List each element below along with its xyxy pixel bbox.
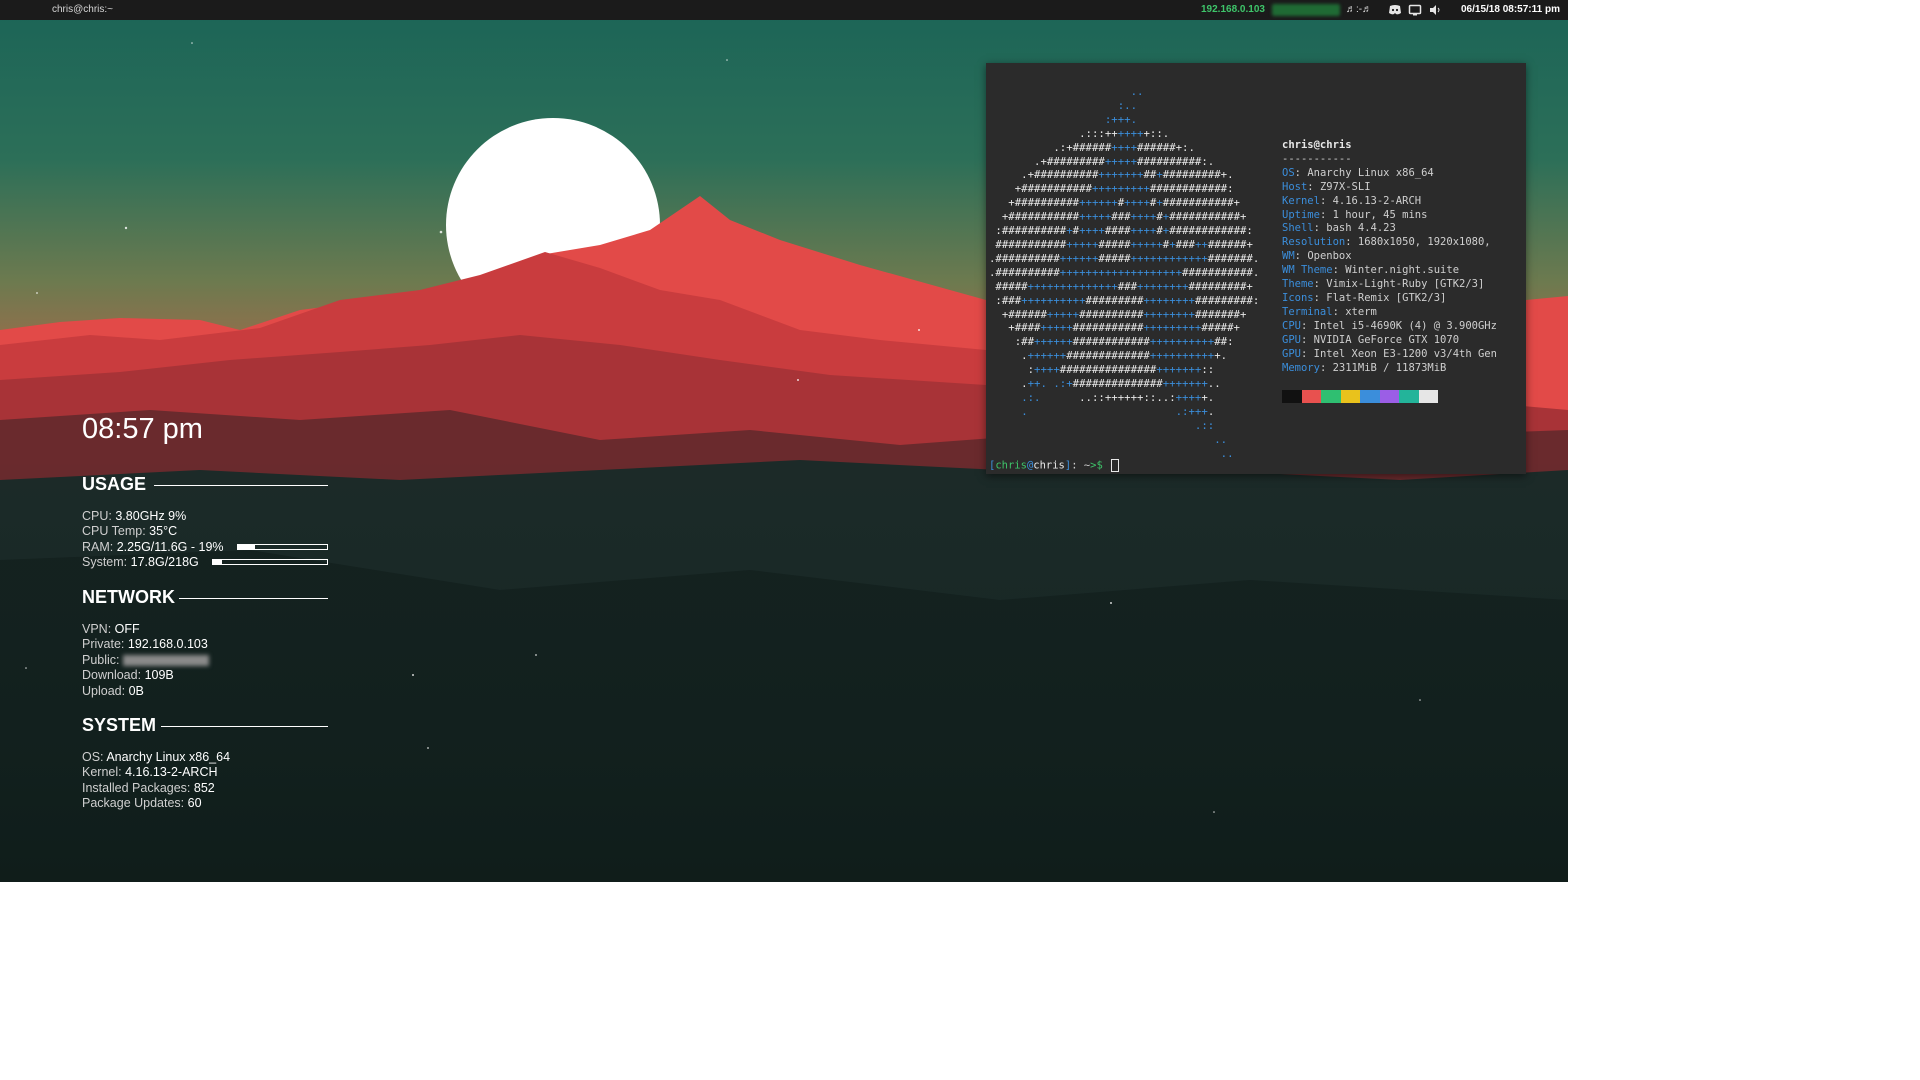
installed-packages-label: Installed Packages: xyxy=(82,781,191,795)
system-disk-row: System: 17.8G/218G xyxy=(82,555,328,571)
cpu-temp-row: CPU Temp: 35°C xyxy=(82,524,177,540)
os-label: OS: xyxy=(82,750,104,764)
color-swatch xyxy=(1399,390,1419,403)
shell-prompt[interactable]: [chris@chris]: ~>$ xyxy=(989,459,1120,472)
usage-heading: USAGE xyxy=(82,474,147,494)
ram-usage-bar xyxy=(237,544,328,550)
kernel-label: Kernel: xyxy=(82,765,122,779)
panel-clock[interactable]: 06/15/18 08:57:11 pm xyxy=(1461,4,1560,15)
vpn-row: VPN: OFF xyxy=(82,622,140,638)
volume-icon[interactable] xyxy=(1428,3,1442,17)
package-updates-label: Package Updates: xyxy=(82,796,185,810)
cpu-value: 3.80GHz 9% xyxy=(115,509,187,523)
system-heading: SYSTEM xyxy=(82,715,157,735)
os-row: OS: Anarchy Linux x86_64 xyxy=(82,750,230,766)
upload-row: Upload: 0B xyxy=(82,684,144,700)
private-ip-label: Private: xyxy=(82,637,125,651)
prompt-path: : ~ xyxy=(1071,459,1091,472)
info-line-shell: Shell: bash 4.4.23 xyxy=(1282,222,1396,235)
info-line-wm: WM: Openbox xyxy=(1282,250,1352,263)
network-heading: NETWORK xyxy=(82,587,175,607)
system-disk-label: System: xyxy=(82,555,128,569)
vpn-value: OFF xyxy=(114,622,140,636)
system-info-list: chris@chris ----------- OS: Anarchy Linux … xyxy=(1282,139,1497,375)
active-window-title[interactable]: chris@chris:~ xyxy=(52,4,113,15)
system-disk-fill xyxy=(213,560,223,564)
info-line-resolution: Resolution: 1680x1050, 1920x1080, xyxy=(1282,236,1491,249)
info-line-icons: Icons: Flat-Remix [GTK2/3] xyxy=(1282,291,1447,304)
system-section-header: SYSTEM xyxy=(82,715,328,735)
ram-usage-fill xyxy=(238,545,255,549)
discord-icon[interactable] xyxy=(1388,3,1402,17)
redacted-public-ip-value xyxy=(122,655,209,667)
music-indicator[interactable]: ♬:-♬ xyxy=(1346,4,1372,15)
ram-value: 2.25G/11.6G - 19% xyxy=(116,540,224,554)
info-line-kernel: Kernel: 4.16.13-2-ARCH xyxy=(1282,194,1422,207)
prompt-host: chris xyxy=(1033,459,1065,472)
prompt-user: chris xyxy=(995,459,1027,472)
system-disk-value: 17.8G/218G xyxy=(130,555,199,569)
info-line-memory: Memory: 2311MiB / 11873MiB xyxy=(1282,361,1447,374)
color-swatch xyxy=(1301,390,1321,403)
ram-row: RAM: 2.25G/11.6G - 19% xyxy=(82,540,328,556)
upload-label: Upload: xyxy=(82,684,126,698)
info-user-host: chris@chris xyxy=(1282,139,1352,151)
color-swatch xyxy=(1379,390,1399,403)
download-value: 109B xyxy=(144,668,174,682)
color-swatch xyxy=(1282,390,1302,403)
upload-value: 0B xyxy=(128,684,144,698)
download-row: Download: 109B xyxy=(82,668,174,684)
network-section-header: NETWORK xyxy=(82,587,328,607)
package-updates-value: 60 xyxy=(187,796,202,810)
info-line-host: Host: Z97X-SLI xyxy=(1282,180,1371,193)
top-panel: chris@chris:~ 192.168.0.103 ♬:-♬ 06/15/1… xyxy=(0,0,1568,20)
info-line-gpu-2: GPU: Intel Xeon E3-1200 v3/4th Gen xyxy=(1282,347,1497,360)
info-line-os: OS: Anarchy Linux x86_64 xyxy=(1282,166,1434,179)
private-ip-value: 192.168.0.103 xyxy=(127,637,208,651)
os-value: Anarchy Linux x86_64 xyxy=(106,750,231,764)
color-swatch xyxy=(1340,390,1360,403)
info-separator: ----------- xyxy=(1282,152,1352,165)
cpu-row: CPU: 3.80GHz 9% xyxy=(82,509,186,525)
color-swatch xyxy=(1418,390,1438,403)
cpu-temp-label: CPU Temp: xyxy=(82,524,146,538)
usage-divider xyxy=(154,485,328,486)
info-line-theme: Theme: Vimix-Light-Ruby [GTK2/3] xyxy=(1282,278,1485,291)
private-ip-row: Private: 192.168.0.103 xyxy=(82,637,208,653)
ip-address-indicator: 192.168.0.103 xyxy=(1201,4,1265,15)
package-updates-row: Package Updates: 60 xyxy=(82,796,202,812)
prompt-symbol: >$ xyxy=(1090,459,1103,472)
color-palette xyxy=(1282,390,1438,403)
color-swatch xyxy=(1360,390,1380,403)
info-line-uptime: Uptime: 1 hour, 45 mins xyxy=(1282,208,1428,221)
cpu-temp-value: 35°C xyxy=(149,524,178,538)
redacted-public-ip xyxy=(1272,4,1340,16)
distro-ascii-logo: .. :.. :+++. .:::+++++++::. .:+######+++… xyxy=(989,85,1260,460)
kernel-value: 4.16.13-2-ARCH xyxy=(125,765,218,779)
info-line-gpu-1: GPU: NVIDIA GeForce GTX 1070 xyxy=(1282,333,1460,346)
info-line-wm-theme: WM Theme: Winter.night.suite xyxy=(1282,264,1460,277)
installed-packages-row: Installed Packages: 852 xyxy=(82,781,215,797)
info-line-cpu: CPU: Intel i5-4690K (4) @ 3.900GHz xyxy=(1282,319,1497,332)
ram-label: RAM: xyxy=(82,540,114,554)
public-ip-row: Public: xyxy=(82,653,209,669)
text-cursor[interactable] xyxy=(1111,459,1120,472)
info-line-terminal: Terminal: xterm xyxy=(1282,305,1377,318)
cpu-label: CPU: xyxy=(82,509,112,523)
installed-packages-value: 852 xyxy=(193,781,215,795)
vpn-label: VPN: xyxy=(82,622,112,636)
xterm-window[interactable]: .. :.. :+++. .:::+++++++::. .:+######+++… xyxy=(986,63,1526,474)
display-icon[interactable] xyxy=(1408,3,1422,17)
conky-clock: 08:57 pm xyxy=(82,413,203,445)
system-disk-bar xyxy=(212,559,328,565)
network-divider xyxy=(179,598,328,599)
public-ip-label: Public: xyxy=(82,653,120,667)
download-label: Download: xyxy=(82,668,142,682)
usage-section-header: USAGE xyxy=(82,474,328,494)
system-divider xyxy=(161,726,328,727)
kernel-row: Kernel: 4.16.13-2-ARCH xyxy=(82,765,218,781)
color-swatch xyxy=(1321,390,1341,403)
